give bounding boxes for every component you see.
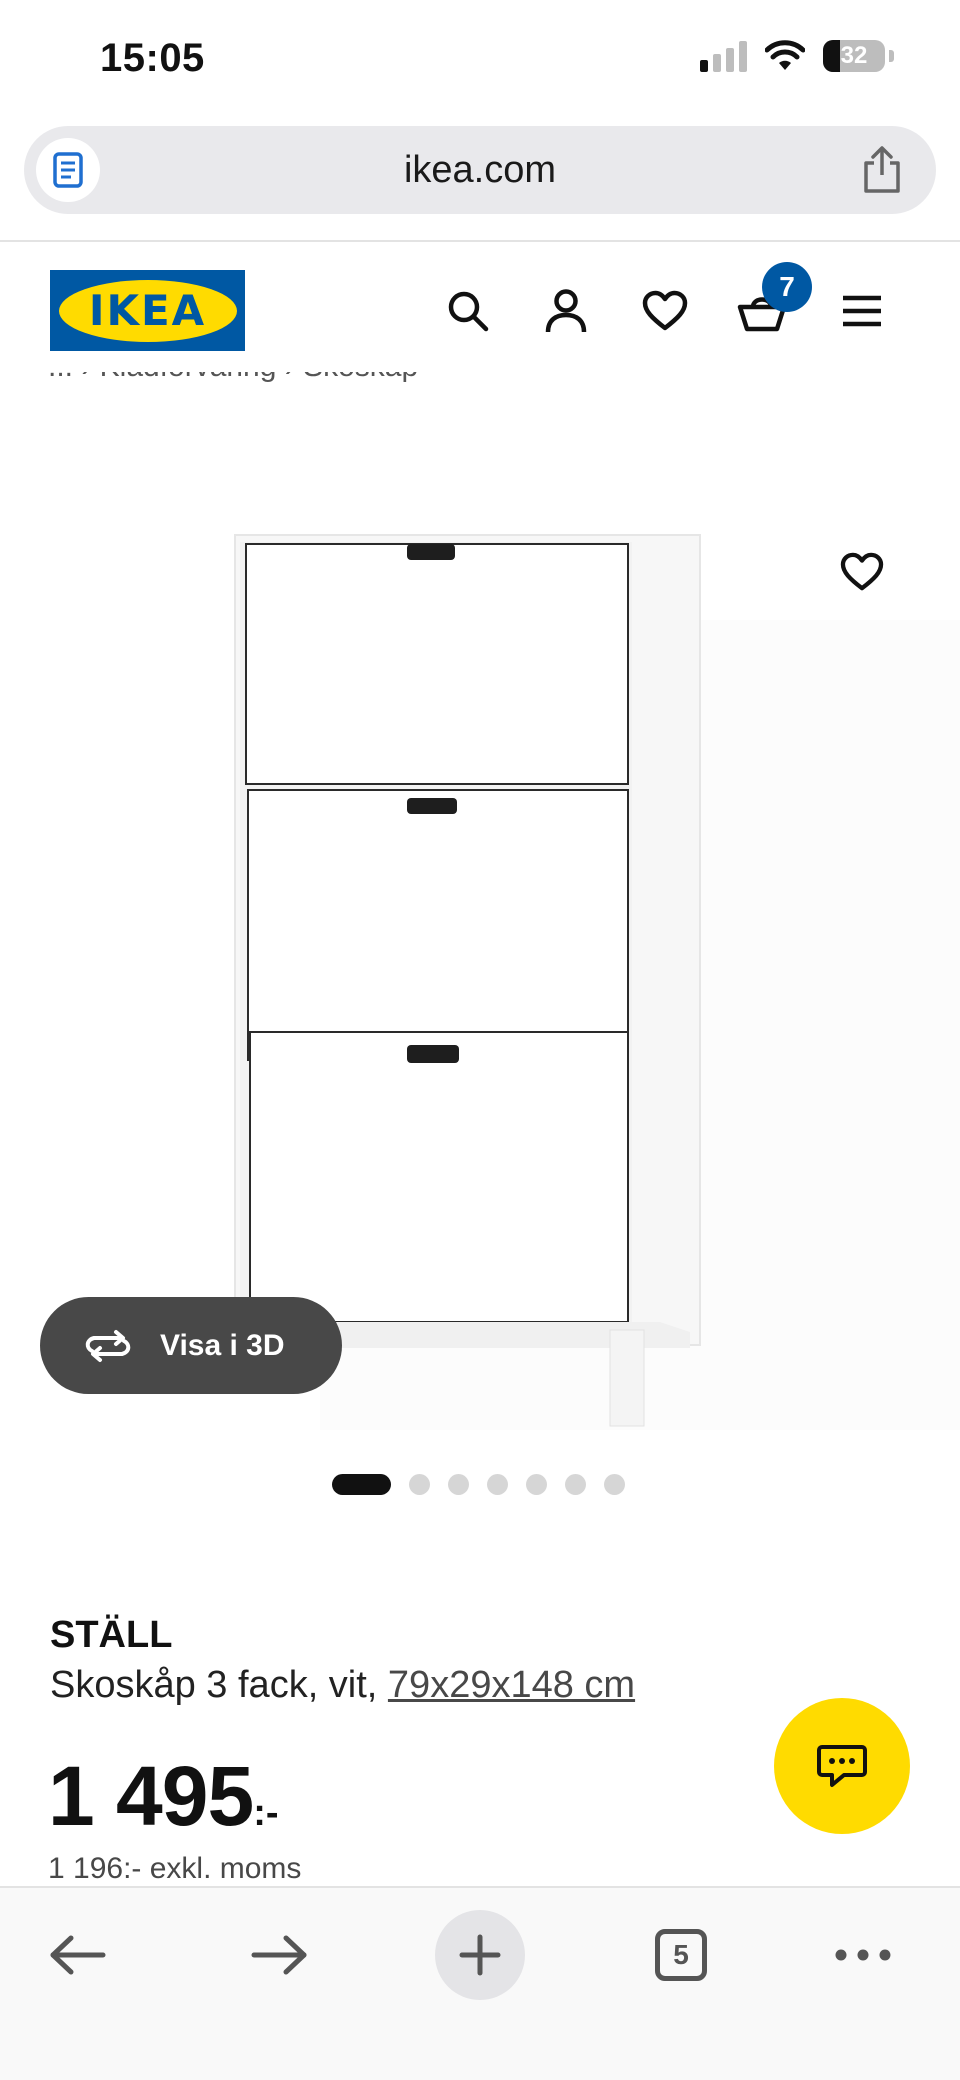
add-to-favourites-button[interactable] <box>836 546 888 598</box>
browser-divider <box>0 240 960 242</box>
heart-icon <box>840 552 884 591</box>
ikea-logo[interactable]: IKEA <box>50 270 245 351</box>
menu-button[interactable] <box>836 285 888 337</box>
gallery-dot[interactable] <box>448 1474 469 1495</box>
share-icon <box>864 146 900 193</box>
battery-level: 32 <box>840 42 868 69</box>
user-icon <box>545 289 587 333</box>
reader-button[interactable] <box>36 138 100 202</box>
product-description: Skoskåp 3 fack, vit, 79x29x148 cm <box>50 1664 635 1707</box>
plus-icon <box>459 1934 501 1976</box>
tab-count: 5 <box>655 1929 707 1981</box>
search-button[interactable] <box>442 285 494 337</box>
menu-icon <box>843 295 881 327</box>
view-in-3d-label: Visa i 3D <box>160 1328 285 1362</box>
gallery-dot[interactable] <box>565 1474 586 1495</box>
status-icons: 32 <box>700 40 894 72</box>
breadcrumb[interactable]: ... › Klädförvaring › Skoskåp <box>48 372 418 412</box>
rotate-icon <box>85 1329 131 1362</box>
tabs-button[interactable]: 5 <box>636 1910 726 2000</box>
wifi-icon <box>765 40 805 70</box>
product-dimensions-link[interactable]: 79x29x148 cm <box>388 1664 635 1706</box>
price-main: 1 495 <box>48 1749 254 1843</box>
gallery-dot[interactable] <box>487 1474 508 1495</box>
product-name: STÄLL <box>50 1614 173 1656</box>
url-text[interactable]: ikea.com <box>24 126 936 214</box>
status-time: 15:05 <box>100 36 205 80</box>
breadcrumb-text[interactable]: ... › Klädförvaring › Skoskåp <box>48 372 418 384</box>
search-icon <box>448 291 489 332</box>
browser-toolbar: 5 <box>0 1886 960 2080</box>
gallery-dot-active[interactable] <box>332 1474 391 1495</box>
account-button[interactable] <box>540 285 592 337</box>
forward-button[interactable] <box>234 1910 324 2000</box>
new-tab-button[interactable] <box>435 1910 525 2000</box>
price-suffix: :- <box>253 1792 279 1834</box>
share-button[interactable] <box>856 144 908 196</box>
cart-count-badge[interactable]: 7 <box>762 262 812 312</box>
reader-icon <box>53 152 83 188</box>
price-excl-vat: 1 196:- exkl. moms <box>48 1852 302 1885</box>
heart-icon <box>642 290 688 331</box>
back-button[interactable] <box>33 1910 123 2000</box>
gallery-dot[interactable] <box>604 1474 625 1495</box>
more-icon <box>835 1949 891 1961</box>
chat-button[interactable] <box>774 1698 910 1834</box>
signal-icon <box>700 40 747 72</box>
address-bar[interactable]: ikea.com <box>24 126 936 214</box>
view-in-3d-button[interactable]: Visa i 3D <box>40 1297 342 1394</box>
product-price: 1 495:- <box>48 1748 279 1845</box>
gallery-dot[interactable] <box>526 1474 547 1495</box>
gallery-pagination[interactable] <box>332 1474 625 1495</box>
logo-text: IKEA <box>88 286 207 335</box>
gallery-dot[interactable] <box>409 1474 430 1495</box>
more-button[interactable] <box>818 1910 908 2000</box>
battery-tip <box>889 50 894 62</box>
forward-arrow-icon <box>251 1935 307 1975</box>
chat-icon <box>817 1745 867 1787</box>
product-description-text: Skoskåp 3 fack, vit, <box>50 1664 388 1706</box>
battery-icon: 32 <box>823 40 885 72</box>
favourites-button[interactable] <box>639 285 691 337</box>
back-arrow-icon <box>50 1935 106 1975</box>
